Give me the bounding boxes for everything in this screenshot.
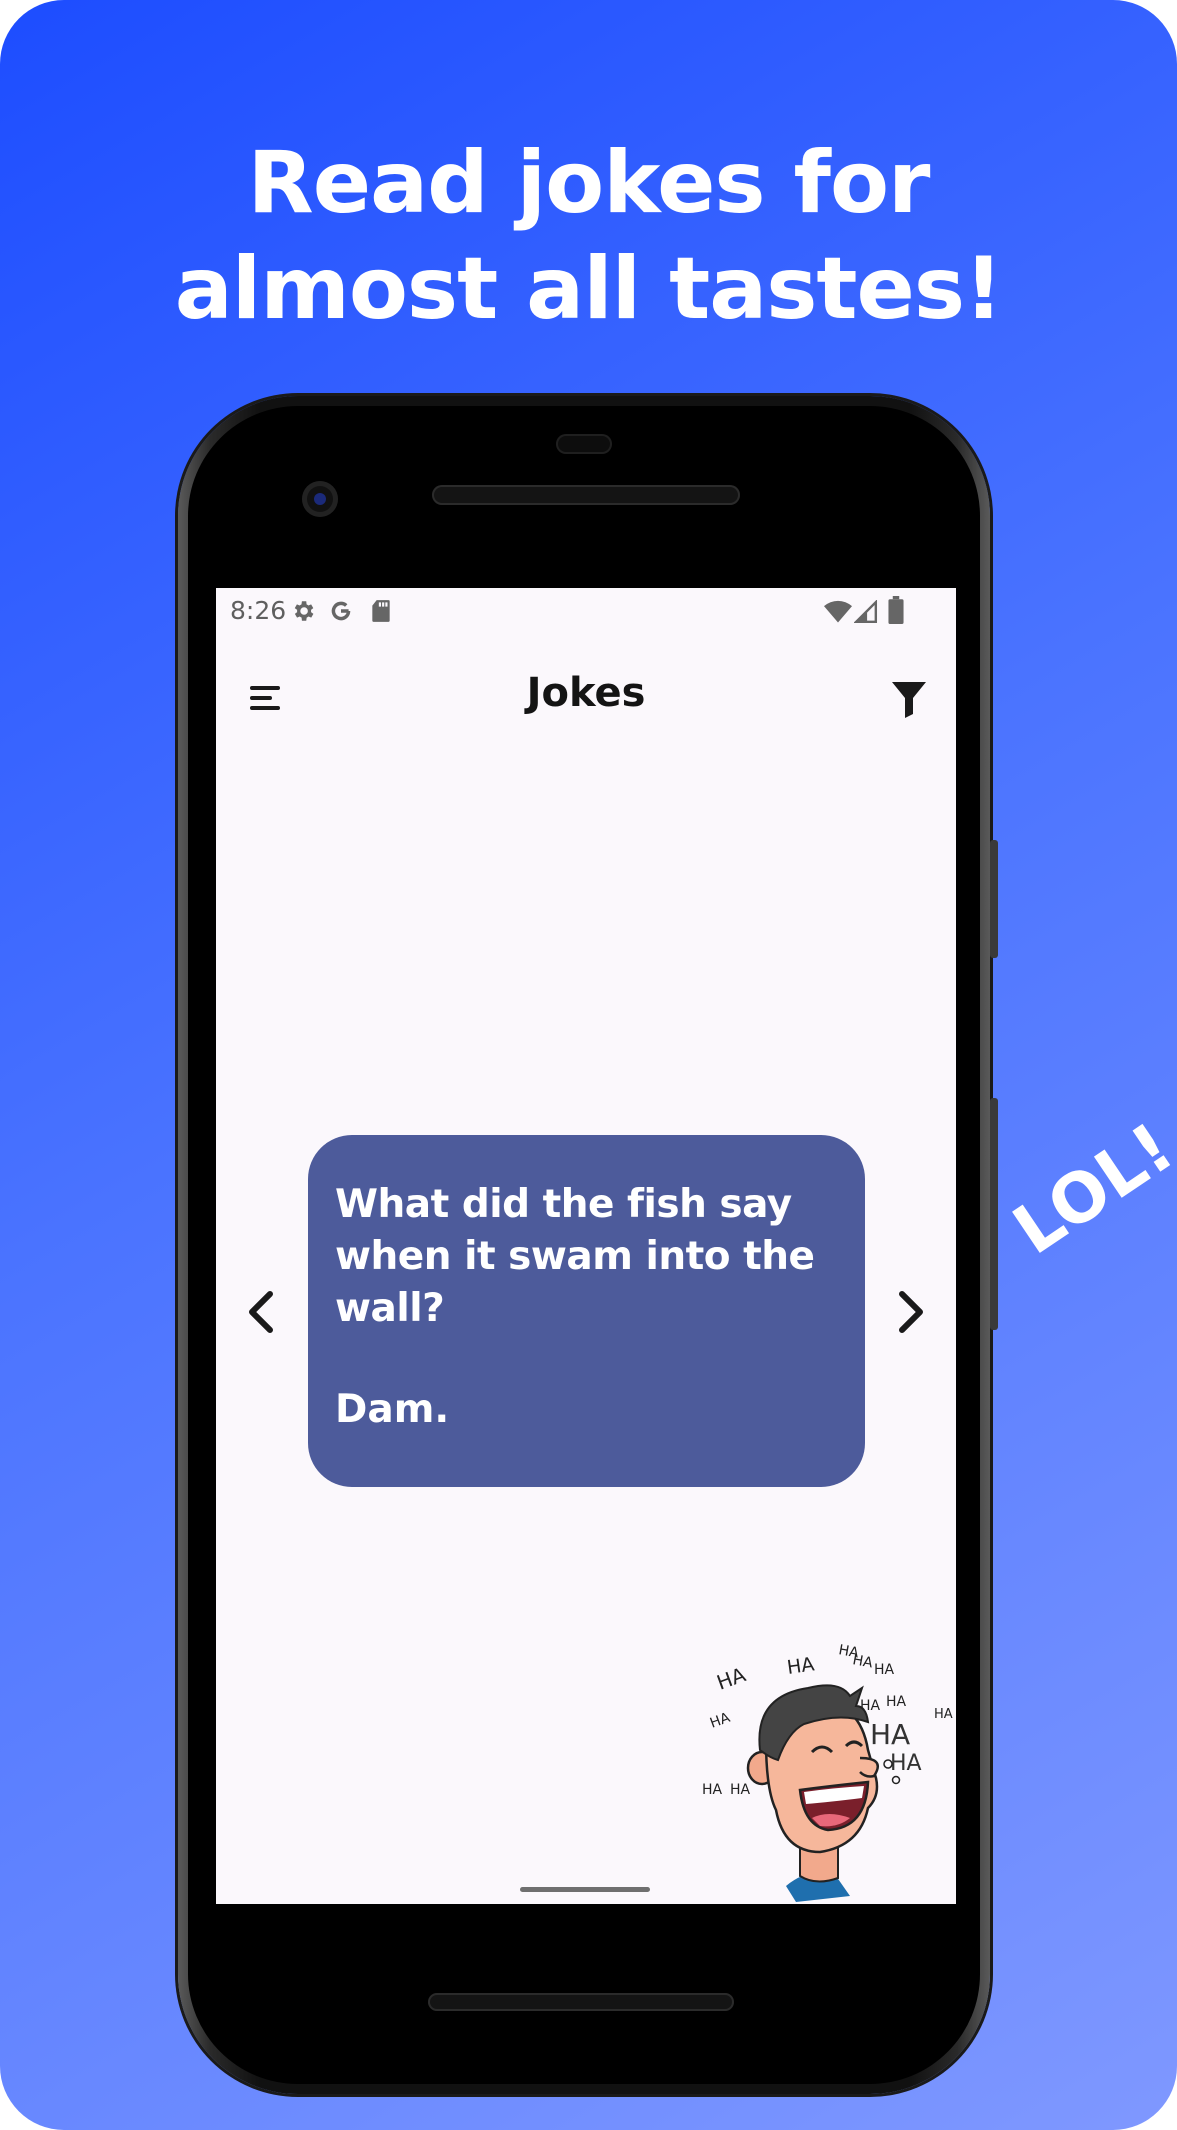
- joke-question: What did the fish say when it swam into …: [335, 1182, 815, 1331]
- app-title: Jokes: [526, 670, 646, 716]
- battery-icon: [888, 596, 904, 624]
- joke-card[interactable]: What did the fish say when it swam into …: [308, 1135, 865, 1487]
- ha-text: HA: [708, 1710, 733, 1732]
- app-screen: 8:26 Jokes What did the fish say when it…: [216, 588, 956, 1904]
- ha-text: HA: [870, 1718, 910, 1751]
- wifi-icon: [824, 600, 852, 623]
- app-bar: Jokes: [216, 658, 956, 758]
- ha-text: HA: [886, 1694, 907, 1710]
- promo-headline: Read jokes for almost all tastes!: [0, 130, 1177, 342]
- status-bar: 8:26: [216, 588, 956, 638]
- joke-answer: Dam.: [335, 1387, 450, 1432]
- settings-icon: [294, 601, 314, 621]
- ha-text: HA: [851, 1652, 874, 1671]
- headline-line-2: almost all tastes!: [174, 239, 1004, 339]
- front-camera-icon: [302, 481, 338, 517]
- proximity-sensor: [556, 434, 612, 454]
- google-icon: [331, 601, 351, 621]
- ha-text: HA: [874, 1662, 895, 1678]
- ha-text: HA: [730, 1782, 751, 1798]
- ha-text: HA: [890, 1751, 922, 1776]
- bottom-speaker: [428, 1993, 734, 2011]
- ha-text: HA: [714, 1662, 749, 1694]
- power-button: [990, 840, 998, 958]
- ha-text: HA: [934, 1707, 953, 1722]
- sd-card-icon: [372, 600, 390, 622]
- laughing-man-illustration: HA HA HA HA HA HA HA HA HA HA HA HA HA: [702, 1642, 953, 1902]
- filter-icon[interactable]: [886, 676, 932, 722]
- status-time: 8:26: [230, 596, 287, 625]
- home-indicator[interactable]: [520, 1887, 650, 1892]
- ha-text: HA: [786, 1653, 816, 1679]
- signal-icon: [854, 600, 878, 624]
- earpiece-speaker: [432, 485, 740, 505]
- chevron-right-icon[interactable]: [892, 1284, 932, 1340]
- ha-text: HA: [702, 1782, 723, 1798]
- headline-line-1: Read jokes for: [247, 133, 931, 233]
- volume-button: [990, 1098, 998, 1330]
- chevron-left-icon[interactable]: [240, 1284, 280, 1340]
